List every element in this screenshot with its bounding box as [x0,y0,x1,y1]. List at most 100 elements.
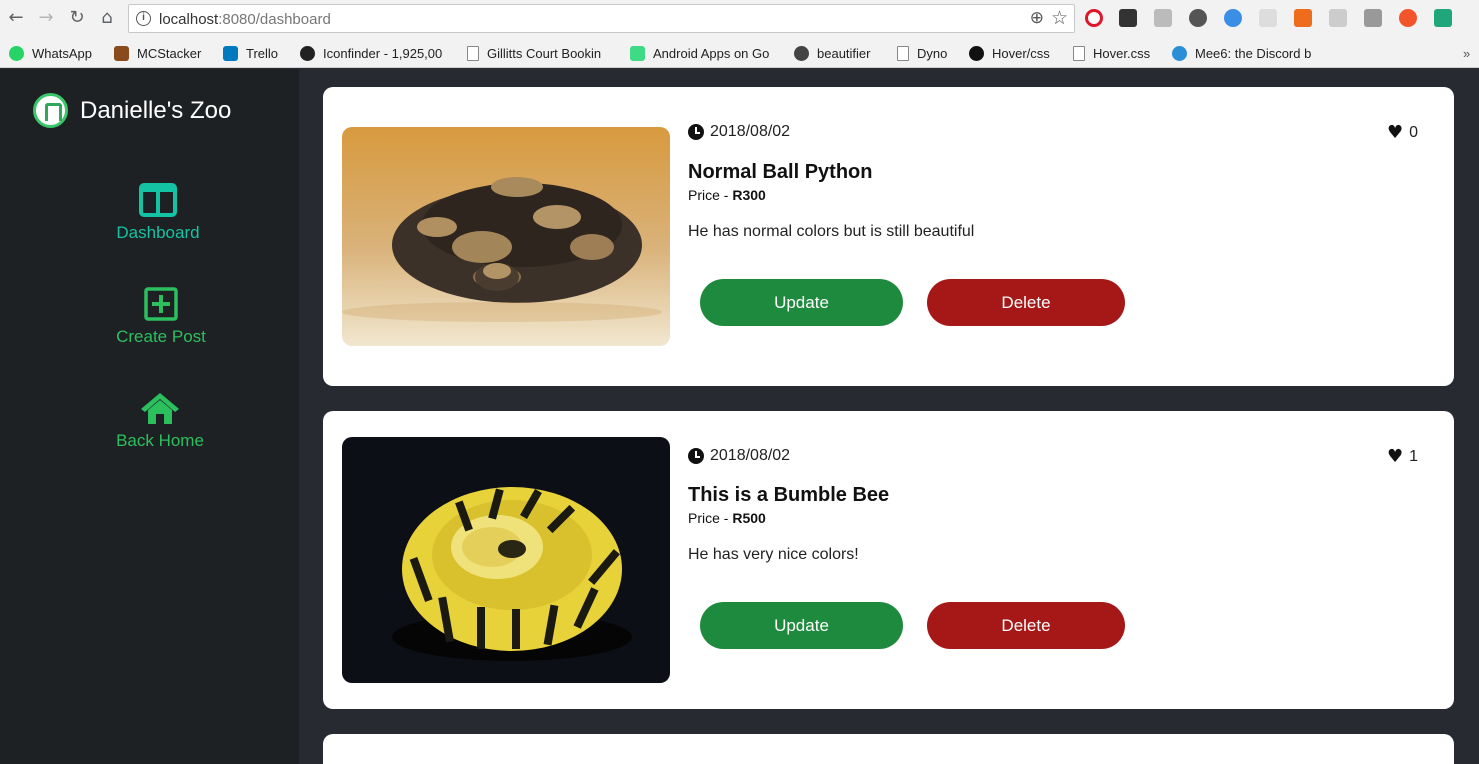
update-button[interactable]: Update [700,279,903,326]
delete-button[interactable]: Delete [927,602,1125,649]
bookmark-label: WhatsApp [32,45,92,61]
bookmark-label: Iconfinder - 1,925,00 [323,45,443,61]
likes-count: 1 [1409,447,1418,465]
post-description: He has normal colors but is still beauti… [688,223,975,240]
browser-toolbar: ← → ↻ ⌂ i localhost:8080/dashboard ⊕ ☆ [0,0,1479,37]
opera-extension-icon[interactable] [1085,9,1103,27]
mee6-icon [1172,45,1187,61]
bookmarks-overflow-icon[interactable]: » [1463,44,1477,62]
sidebar-item-label: Dashboard [116,223,200,242]
pdf-extension-icon[interactable] [1154,9,1172,27]
plus-square-icon [144,287,178,321]
iconfinder-icon [300,45,315,61]
snake-photo [342,437,670,683]
post-image-bumble-bee [342,437,670,683]
post-image-ball-python [342,127,670,346]
post-price: Price - R500 [688,510,766,526]
likes-count: 0 [1409,123,1418,141]
bookmark-beautifier[interactable]: beautifier [794,44,884,62]
off-extension-icon[interactable] [1119,9,1137,27]
snake-photo [342,127,670,346]
clock-icon [688,124,704,140]
bookmark-hover-github[interactable]: Hover/css [969,44,1061,62]
site-info-icon[interactable]: i [136,11,151,26]
post-title: Normal Ball Python [688,161,873,183]
reload-icon[interactable]: ↻ [67,8,87,28]
gear-extension-icon[interactable] [1189,9,1207,27]
dashboard-icon [139,183,177,217]
note-extension-icon[interactable] [1329,9,1347,27]
url-host: localhost [159,11,219,28]
vue-extension-icon[interactable] [1434,9,1452,27]
address-url[interactable]: localhost:8080/dashboard [159,11,331,28]
page-icon [467,45,479,61]
whatsapp-icon [9,45,24,61]
bookmark-iconfinder[interactable]: Iconfinder - 1,925,00 [300,44,450,62]
bookmark-label: beautifier [817,45,871,61]
bookmark-label: Gillitts Court Bookin [487,45,602,61]
update-button[interactable]: Update [700,602,903,649]
bookmark-whatsapp[interactable]: WhatsApp [9,44,101,62]
brand-title: Danielle's Zoo [80,96,232,124]
mcstacker-icon [114,45,129,61]
price-prefix: Price - [688,187,733,203]
bookmark-trello[interactable]: Trello [223,44,289,62]
post-description: He has very nice colors! [688,546,859,563]
bookmark-label: Mee6: the Discord b [1195,45,1312,61]
sidebar: Danielle's Zoo Dashboard Create Post Bac… [0,69,299,764]
sidebar-item-back-home[interactable]: Back Home [80,391,240,451]
forward-arrow-icon[interactable]: → [36,8,56,28]
address-bar[interactable]: i localhost:8080/dashboard ⊕ ☆ [128,4,1075,33]
check-extension-icon[interactable] [1224,9,1242,27]
home-icon [141,393,179,424]
delete-button[interactable]: Delete [927,279,1125,326]
post-price: Price - R300 [688,187,766,203]
sidebar-item-create-post[interactable]: Create Post [81,287,241,347]
post-card [323,734,1454,764]
back-arrow-icon[interactable]: ← [6,8,26,28]
sidebar-item-dashboard[interactable]: Dashboard [78,183,238,243]
page-icon [1073,45,1085,61]
home-button-icon[interactable]: ⌂ [97,8,117,28]
heart-icon[interactable]: ♥ [1387,446,1403,467]
clock-icon [688,448,704,464]
post-date: 2018/08/02 [688,123,790,141]
brand-logo-icon [33,93,68,128]
post-date-text: 2018/08/02 [710,123,791,140]
post-likes[interactable]: ♥ 0 [1387,122,1418,143]
trello-icon [223,45,238,61]
heart-icon[interactable]: ♥ [1387,122,1403,143]
bookmark-hover-css[interactable]: Hover.css [1073,44,1161,62]
bookmark-star-icon[interactable]: ☆ [1051,7,1068,29]
bookmark-dyno[interactable]: Dyno [897,44,957,62]
url-path: :8080/dashboard [218,11,331,28]
bookmarks-bar: WhatsApp MCStacker Trello Iconfinder - 1… [0,40,1479,66]
json-extension-icon[interactable] [1259,9,1277,27]
bookmark-label: Trello [246,45,279,61]
zoom-icon[interactable]: ⊕ [1030,8,1044,28]
brand[interactable]: Danielle's Zoo [33,93,231,128]
bookmark-label: Android Apps on Go [653,45,770,61]
bookmark-label: Hover.css [1093,45,1151,61]
sidebar-item-label: Back Home [116,431,204,450]
post-likes[interactable]: ♥ 1 [1387,446,1418,467]
post-card: 2018/08/02 ♥ 1 This is a Bumble Bee Pric… [323,411,1454,709]
price-value: R500 [732,510,766,526]
post-date: 2018/08/02 [688,447,790,465]
bookmark-mcstacker[interactable]: MCStacker [114,44,209,62]
bookmark-label: Dyno [917,45,948,61]
bookmark-gillitts[interactable]: Gillitts Court Bookin [467,44,615,62]
beautifier-icon [794,45,809,61]
fb-extension-icon[interactable] [1364,9,1382,27]
price-value: R300 [732,187,766,203]
feed-extension-icon[interactable] [1294,9,1312,27]
page-icon [897,45,909,61]
bookmark-mee6[interactable]: Mee6: the Discord b [1172,44,1320,62]
post-title: This is a Bumble Bee [688,484,890,506]
infinity-extension-icon[interactable] [1399,9,1417,27]
bookmark-android-apps[interactable]: Android Apps on Go [630,44,780,62]
bookmark-label: Hover/css [992,45,1050,61]
browser-chrome: ← → ↻ ⌂ i localhost:8080/dashboard ⊕ ☆ W… [0,0,1479,68]
github-icon [969,45,984,61]
sidebar-item-label: Create Post [116,327,206,346]
